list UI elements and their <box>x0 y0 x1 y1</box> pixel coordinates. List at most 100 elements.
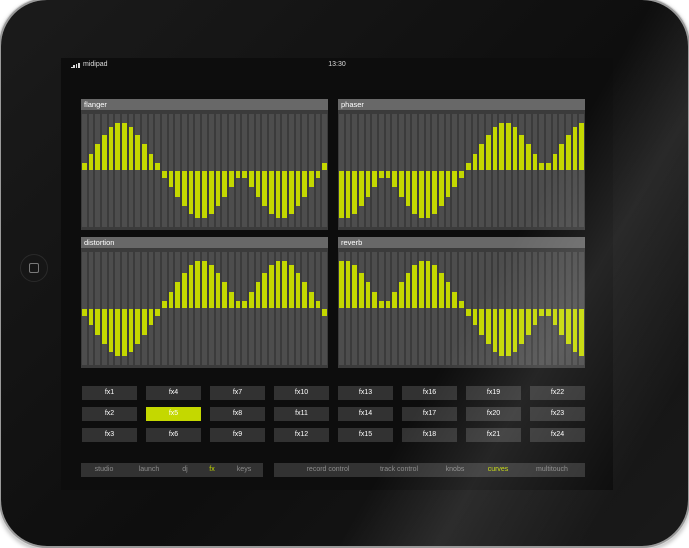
curve-bar <box>162 301 167 309</box>
curve-slider[interactable] <box>365 252 371 365</box>
fx-button-fx4[interactable]: fx4 <box>146 386 201 400</box>
curve-slider[interactable] <box>142 114 147 227</box>
curve-bar <box>168 170 174 187</box>
curve-slider[interactable] <box>95 114 101 227</box>
curve-slider[interactable] <box>102 114 107 227</box>
curve-slider[interactable] <box>532 114 538 227</box>
curve-editor[interactable] <box>338 249 585 368</box>
fx-button-fx8[interactable]: fx8 <box>210 407 265 421</box>
curve-slider[interactable] <box>242 252 247 365</box>
fx-button-fx1[interactable]: fx1 <box>82 386 137 400</box>
curve-slider[interactable] <box>262 252 267 365</box>
fx-button-fx21[interactable]: fx21 <box>466 428 521 442</box>
curve-bar <box>282 260 287 309</box>
fx-button-fx18[interactable]: fx18 <box>402 428 457 442</box>
curve-slider[interactable] <box>168 252 174 365</box>
curve-editor[interactable] <box>338 111 585 230</box>
nav-record-control[interactable]: record control <box>293 463 363 477</box>
fx-button-fx6[interactable]: fx6 <box>146 428 201 442</box>
curve-bar <box>142 144 147 171</box>
fx-button-fx19[interactable]: fx19 <box>466 386 521 400</box>
curve-slider[interactable] <box>545 114 551 227</box>
curve-slider[interactable] <box>228 252 234 365</box>
curve-editor[interactable] <box>81 111 328 230</box>
curve-slider[interactable] <box>359 252 364 365</box>
fx-button-fx24[interactable]: fx24 <box>530 428 585 442</box>
curve-bar <box>352 170 358 214</box>
curve-bar <box>95 144 101 171</box>
curve-slider[interactable] <box>248 252 254 365</box>
fx-button-fx14[interactable]: fx14 <box>338 407 393 421</box>
curve-slider[interactable] <box>379 252 384 365</box>
fx-button-fx3[interactable]: fx3 <box>82 428 137 442</box>
curve-bar <box>255 282 261 309</box>
curve-bar <box>345 170 351 219</box>
curve-bar <box>532 308 538 325</box>
nav-keys[interactable]: keys <box>209 463 279 477</box>
fx-button-fx16[interactable]: fx16 <box>402 386 457 400</box>
fx-button-fx9[interactable]: fx9 <box>210 428 265 442</box>
curve-bar <box>452 170 458 187</box>
curve-bar <box>365 282 371 309</box>
curve-slider[interactable] <box>322 114 327 227</box>
fx-button-fx12[interactable]: fx12 <box>274 428 329 442</box>
fx-button-fx10[interactable]: fx10 <box>274 386 329 400</box>
curve-slider[interactable] <box>255 252 261 365</box>
curve-slider[interactable] <box>162 252 167 365</box>
fx-button-fx23[interactable]: fx23 <box>530 407 585 421</box>
curve-slider[interactable] <box>315 252 321 365</box>
curve-slider[interactable] <box>459 252 464 365</box>
fx-button-fx17[interactable]: fx17 <box>402 407 457 421</box>
curve-slider[interactable] <box>565 114 571 227</box>
curve-slider[interactable] <box>308 252 314 365</box>
curve-slider[interactable] <box>479 114 484 227</box>
curve-editor[interactable] <box>81 249 328 368</box>
curve-slider[interactable] <box>465 114 471 227</box>
curve-slider[interactable] <box>519 114 524 227</box>
curve-slider[interactable] <box>525 114 531 227</box>
curve-slider[interactable] <box>175 252 181 365</box>
curve-slider[interactable] <box>552 114 558 227</box>
curve-slider[interactable] <box>302 252 307 365</box>
fx-button-fx13[interactable]: fx13 <box>338 386 393 400</box>
curve-slider[interactable] <box>385 252 391 365</box>
curve-slider[interactable] <box>182 252 187 365</box>
curve-slider[interactable] <box>439 252 444 365</box>
curve-bar <box>425 170 431 219</box>
curve-slider[interactable] <box>485 114 491 227</box>
curve-slider[interactable] <box>445 252 451 365</box>
curve-slider[interactable] <box>372 252 378 365</box>
curve-bar <box>345 260 351 309</box>
curve-slider[interactable] <box>235 252 241 365</box>
nav-multitouch[interactable]: multitouch <box>517 463 587 477</box>
curve-slider[interactable] <box>295 252 301 365</box>
home-square-icon <box>29 263 39 273</box>
fx-button-fx2[interactable]: fx2 <box>82 407 137 421</box>
curve-slider[interactable] <box>215 252 221 365</box>
fx-button-fx11[interactable]: fx11 <box>274 407 329 421</box>
fx-button-fx7[interactable]: fx7 <box>210 386 265 400</box>
curve-slider[interactable] <box>148 114 154 227</box>
curve-slider[interactable] <box>222 252 227 365</box>
fx-button-fx5[interactable]: fx5 <box>146 407 201 421</box>
fx-button-fx20[interactable]: fx20 <box>466 407 521 421</box>
curve-bar <box>188 170 194 214</box>
fx-button-fx22[interactable]: fx22 <box>530 386 585 400</box>
fx-button-fx15[interactable]: fx15 <box>338 428 393 442</box>
curve-slider[interactable] <box>399 252 404 365</box>
curve-slider[interactable] <box>539 114 544 227</box>
curve-slider[interactable] <box>155 114 161 227</box>
curve-bar <box>248 292 254 309</box>
curve-bar <box>372 292 378 309</box>
curve-bar <box>565 134 571 171</box>
curve-slider[interactable] <box>405 252 411 365</box>
curve-slider[interactable] <box>392 252 398 365</box>
curve-bar <box>315 301 321 309</box>
curve-slider[interactable] <box>82 114 87 227</box>
curve-slider[interactable] <box>135 114 141 227</box>
curve-slider[interactable] <box>559 114 564 227</box>
home-button[interactable] <box>20 254 48 282</box>
curve-slider[interactable] <box>472 114 478 227</box>
curve-slider[interactable] <box>452 252 458 365</box>
curve-slider[interactable] <box>88 114 94 227</box>
